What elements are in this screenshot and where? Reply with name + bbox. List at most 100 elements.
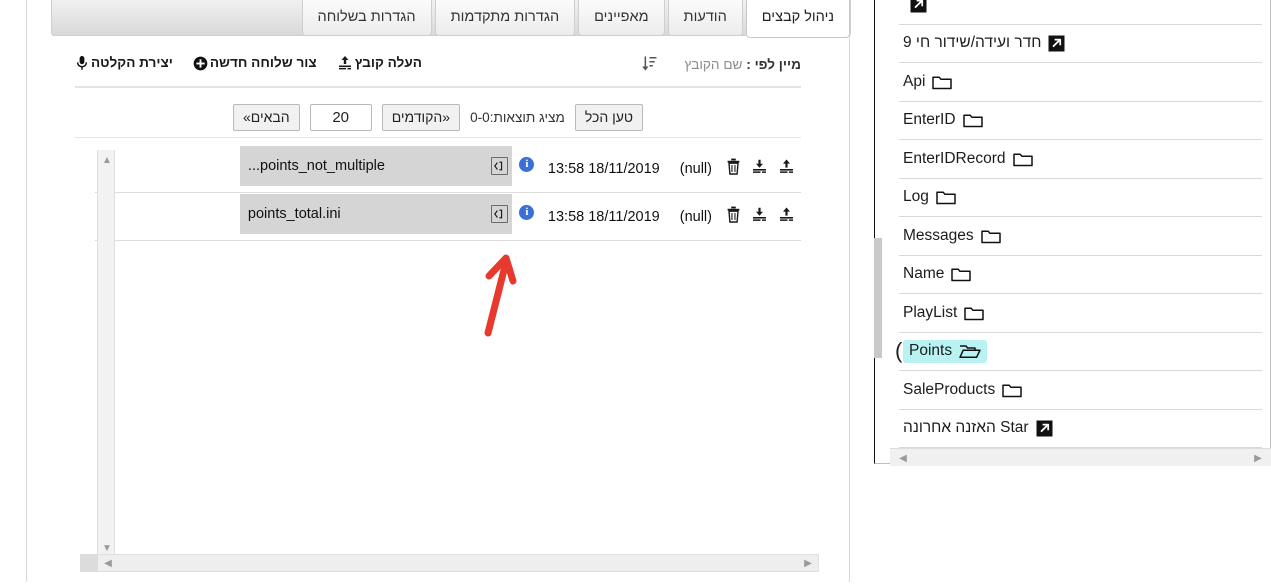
folder-item-label: Api xyxy=(903,72,926,90)
create-extension-label: צור שלוחה חדשה xyxy=(209,55,317,70)
folder-item[interactable]: SaleProducts xyxy=(899,371,1262,410)
folder-tree-panel: חדר ועידה/שידור חי 9 Api EnterID EnterIDRec… xyxy=(874,0,1271,464)
folder-item-label: PlayList xyxy=(903,303,958,321)
upload-file-button[interactable]: העלה קובץ xyxy=(337,54,422,72)
upload-icon[interactable] xyxy=(778,158,795,180)
upload-icon xyxy=(778,206,795,228)
folder-item-label: Name xyxy=(903,265,945,283)
folder-item-content: EnterIDRecord xyxy=(903,150,1033,168)
folder-item[interactable]: EnterID xyxy=(899,102,1262,140)
row-file-name: ...points_not_multiple xyxy=(247,157,385,174)
download-icon xyxy=(751,158,768,180)
folder-item-content: Name xyxy=(903,265,972,283)
folder-icon xyxy=(1002,382,1022,398)
trash-icon[interactable] xyxy=(726,206,741,228)
previous-page-button[interactable]: «הקודמים xyxy=(381,104,461,131)
folder-icon xyxy=(1012,151,1033,167)
folder-item[interactable]: חדר ועידה/שידור חי 9 xyxy=(899,25,1262,63)
tab-1[interactable]: הודעות xyxy=(667,0,743,36)
folder-item[interactable] xyxy=(899,0,1262,25)
row-owner: (null) xyxy=(679,160,712,177)
row-owner: (null) xyxy=(679,208,712,225)
tab-0[interactable]: ניהול קבצים xyxy=(745,0,850,38)
file-list: (null) 13:58 18/11/2019 i ...points_not_mul… xyxy=(95,145,801,545)
file-toolbar: העלה קובץ צור שלוחה חדשה יצירת הקלטה מיי… xyxy=(75,54,801,88)
folder-panel-side-scroll-thumb[interactable] xyxy=(874,238,882,358)
table-row[interactable]: (null) 13:58 18/11/2019 i points_total.ini xyxy=(95,193,801,241)
row-actions xyxy=(726,206,801,228)
row-actions xyxy=(726,158,801,180)
tab-2[interactable]: מאפיינים xyxy=(578,0,665,36)
folder-icon xyxy=(962,112,983,128)
folder-item[interactable]: Api xyxy=(899,63,1262,102)
sort-prefix: מיין לפי : xyxy=(746,56,801,72)
scroll-up-arrow-icon[interactable]: ▲ xyxy=(98,152,116,168)
row-date: 13:58 18/11/2019 xyxy=(547,208,660,225)
upload-icon[interactable] xyxy=(778,206,795,228)
folder-open-icon xyxy=(959,343,981,359)
upload-icon xyxy=(778,158,795,180)
folder-item-content: Api xyxy=(903,72,953,91)
file-list-vertical-scrollbar[interactable]: ▲ ▼ xyxy=(97,150,115,558)
download-icon[interactable] xyxy=(751,158,768,180)
folder-item-label: Star האזנה אחרונה xyxy=(903,419,1029,437)
folder-item-content: Star האזנה אחרונה xyxy=(903,419,1053,437)
folder-item[interactable]: EnterIDRecord xyxy=(899,140,1262,179)
folder-item-label: EnterIDRecord xyxy=(903,149,1006,167)
folder-item[interactable]: Name xyxy=(899,256,1262,294)
folder-scroll-left-arrow-icon[interactable]: ◀ xyxy=(896,451,910,465)
tab-3[interactable]: הגדרות מתקדמות xyxy=(434,0,576,36)
folder-panel-horizontal-scrollbar[interactable]: ◀ ▶ xyxy=(890,448,1271,466)
folder-item[interactable]: Messages xyxy=(899,217,1262,256)
external-link-icon xyxy=(1048,35,1065,52)
folder-item-content: Points xyxy=(903,339,988,363)
info-icon[interactable]: i xyxy=(512,157,542,172)
tab-list: ניהול קבצים הודעות מאפיינים הגדרות מתקדמות ה… xyxy=(299,0,850,38)
folder-item-label: Log xyxy=(903,188,929,206)
info-badge-glyph: i xyxy=(519,157,535,172)
code-file-icon xyxy=(490,156,508,175)
folder-item-label: Messages xyxy=(903,226,974,244)
folder-item[interactable]: Log xyxy=(899,179,1262,217)
folder-icon xyxy=(980,228,1001,244)
app-root: ניהול קבצים הודעות מאפיינים הגדרות מתקדמות ה… xyxy=(0,0,1271,584)
load-all-button[interactable]: טען הכל xyxy=(574,104,644,131)
sort-descending-icon[interactable] xyxy=(641,55,658,73)
folder-item-label: Points xyxy=(909,341,953,359)
info-badge-glyph: i xyxy=(519,205,535,220)
folder-item[interactable]: PlayList xyxy=(899,294,1262,333)
trash-icon[interactable] xyxy=(726,158,741,180)
folder-item[interactable]: Star האזנה אחרונה xyxy=(899,410,1262,448)
folder-item-content: Log xyxy=(903,188,956,206)
plus-circle-icon xyxy=(193,56,208,71)
scrollbar-corner xyxy=(80,554,98,572)
scroll-right-arrow-icon[interactable]: ▶ xyxy=(800,555,816,571)
folder-item-selected[interactable]: Points) xyxy=(895,333,1262,371)
selection-bracket-icon: ) xyxy=(895,337,903,363)
table-row[interactable]: (null) 13:58 18/11/2019 i ...points_not_mul… xyxy=(95,145,801,193)
create-extension-button[interactable]: צור שלוחה חדשה xyxy=(193,54,317,72)
row-name-cell[interactable]: points_total.ini xyxy=(239,193,512,234)
folder-scroll-right-arrow-icon[interactable]: ▶ xyxy=(1251,451,1265,465)
download-icon[interactable] xyxy=(751,206,768,228)
tab-bar: ניהול קבצים הודעות מאפיינים הגדרות מתקדמות ה… xyxy=(51,0,851,38)
sort-label: מיין לפי : שם הקובץ xyxy=(684,57,801,72)
folder-icon xyxy=(951,266,972,282)
scroll-left-arrow-icon[interactable]: ◀ xyxy=(100,555,116,571)
next-page-button[interactable]: הבאים» xyxy=(233,104,300,131)
folder-item-content: SaleProducts xyxy=(903,381,1022,399)
page-size-input[interactable] xyxy=(309,104,372,131)
file-list-horizontal-scrollbar[interactable]: ◀ ▶ xyxy=(80,554,819,572)
row-name-cell[interactable]: ...points_not_multiple xyxy=(239,145,512,186)
info-icon[interactable]: i xyxy=(512,205,542,220)
trash-icon xyxy=(726,158,741,180)
create-recording-button[interactable]: יצירת הקלטה xyxy=(75,54,173,72)
folder-item-label: SaleProducts xyxy=(903,380,996,398)
folder-item-content: חדר ועידה/שידור חי 9 xyxy=(903,34,1065,52)
upload-file-label: העלה קובץ xyxy=(354,55,422,70)
sort-control[interactable]: מיין לפי : שם הקובץ xyxy=(641,55,801,73)
external-link-icon xyxy=(910,0,927,13)
tab-4[interactable]: הגדרות בשלוחה xyxy=(301,0,432,36)
code-file-icon xyxy=(490,204,508,223)
create-recording-label: יצירת הקלטה xyxy=(91,55,173,70)
